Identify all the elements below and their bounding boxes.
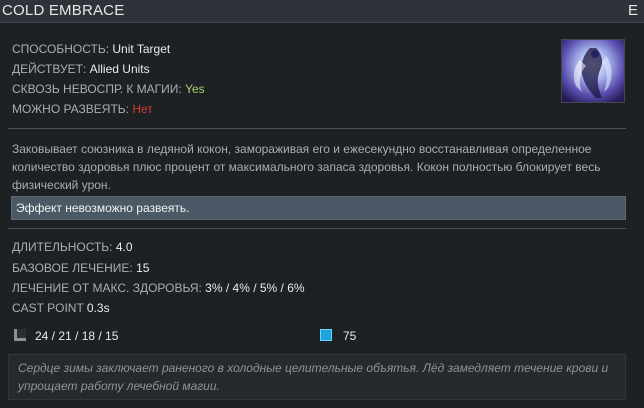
- stat-value: Yes: [185, 82, 205, 96]
- value-label: ЛЕЧЕНИЕ ОТ МАКС. ЗДОРОВЬЯ:: [12, 281, 202, 295]
- value-number: 15: [136, 261, 150, 275]
- value-label: ДЛИТЕЛЬНОСТЬ:: [12, 240, 113, 254]
- stat-pierces-immunity: СКВОЗЬ НЕВОСПР. К МАГИИ: Yes: [12, 82, 205, 96]
- value-label: CAST POINT: [12, 301, 84, 315]
- value-number: 4.0: [115, 240, 133, 254]
- mana-cost: 75: [343, 329, 357, 343]
- tooltip-header: COLD EMBRACE E: [0, 0, 644, 23]
- stat-affects: ДЕЙСТВУЕТ: Allied Units: [12, 62, 150, 76]
- lore-text: Сердце зимы заключает раненого в холодны…: [18, 361, 609, 393]
- value-number: 3% / 4% / 5% / 6%: [205, 281, 305, 295]
- hotkey-label: E: [627, 2, 638, 19]
- stat-label: СПОСОБНОСТЬ:: [12, 42, 110, 56]
- stat-value: Allied Units: [89, 62, 150, 76]
- stat-dispellable: МОЖНО РАЗВЕЯТЬ: Нет: [12, 102, 153, 116]
- cooldown-icon: [14, 329, 26, 341]
- separator: [8, 228, 626, 229]
- value-base-heal: БАЗОВОЕ ЛЕЧЕНИЕ: 15: [12, 261, 149, 275]
- stat-ability: СПОСОБНОСТЬ: Unit Target: [12, 42, 170, 56]
- value-duration: ДЛИТЕЛЬНОСТЬ: 4.0: [12, 240, 133, 254]
- undispellable-note: Эффект невозможно развеять.: [11, 196, 626, 220]
- tooltip-body: СПОСОБНОСТЬ: Unit Target ДЕЙСТВУЕТ: Alli…: [0, 23, 644, 408]
- note-text: Эффект невозможно развеять.: [16, 201, 190, 215]
- value-max-hp-heal: ЛЕЧЕНИЕ ОТ МАКС. ЗДОРОВЬЯ: 3% / 4% / 5% …: [12, 281, 305, 295]
- lore-box: Сердце зимы заключает раненого в холодны…: [8, 354, 626, 400]
- mana-icon: [320, 329, 332, 341]
- cooldown-values: 24 / 21 / 18 / 15: [35, 329, 119, 343]
- value-cast-point: CAST POINT 0.3s: [12, 301, 110, 315]
- ability-tooltip: COLD EMBRACE E СПОСОБНОСТЬ: Unit Target …: [0, 0, 644, 408]
- stat-label: СКВОЗЬ НЕВОСПР. К МАГИИ:: [12, 82, 182, 96]
- ability-description: Заковывает союзника в ледяной кокон, зам…: [12, 142, 601, 192]
- cold-embrace-icon: [561, 39, 625, 103]
- value-label: БАЗОВОЕ ЛЕЧЕНИЕ:: [12, 261, 133, 275]
- value-number: 0.3s: [86, 301, 110, 315]
- stat-label: ДЕЙСТВУЕТ:: [12, 62, 87, 76]
- stat-label: МОЖНО РАЗВЕЯТЬ:: [12, 102, 130, 116]
- stat-value: Unit Target: [112, 42, 171, 56]
- stat-value: Нет: [132, 102, 153, 116]
- ability-title: COLD EMBRACE: [2, 2, 125, 19]
- separator: [8, 128, 626, 129]
